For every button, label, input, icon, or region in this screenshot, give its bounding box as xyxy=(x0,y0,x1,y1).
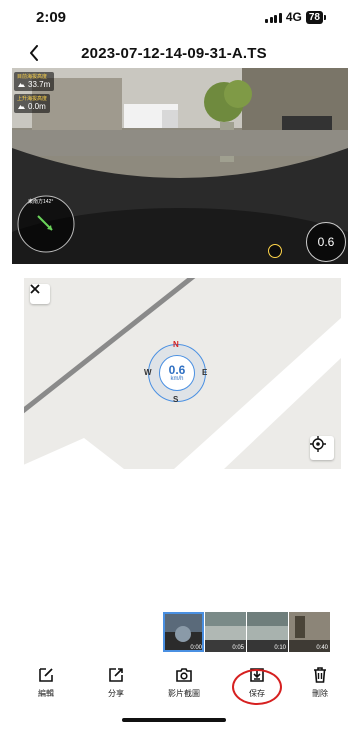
network-type: 4G xyxy=(285,10,302,24)
camera-icon xyxy=(176,668,192,682)
home-indicator xyxy=(122,718,226,722)
edit-button[interactable]: 編輯 xyxy=(21,666,71,699)
status-indicators: 4G 78 xyxy=(265,10,326,24)
save-button[interactable]: 保存 xyxy=(232,666,282,699)
delete-button[interactable]: 刪除 xyxy=(295,666,345,699)
compass-north: N xyxy=(173,340,179,349)
map-close-button[interactable] xyxy=(30,284,50,304)
heading-label: 東南方142° xyxy=(28,199,54,205)
thumbnail[interactable]: 0:10 xyxy=(247,612,288,652)
nav-bar: 2023-07-12-14-09-31-A.TS xyxy=(0,36,348,70)
compass-east: E xyxy=(202,368,208,377)
battery-level: 78 xyxy=(305,10,323,24)
page-title: 2023-07-12-14-09-31-A.TS xyxy=(81,45,267,62)
screenshot-button[interactable]: 影片截圖 xyxy=(159,666,209,699)
compass-south: S xyxy=(173,395,179,404)
thumbnail[interactable]: 0:00 xyxy=(163,612,204,652)
altitude-now-chip: 目前海拔高度 33.7m xyxy=(14,72,55,91)
status-bar: 2:09 4G 78 xyxy=(0,0,348,34)
speed-compass: N S E W 0.6 km/h xyxy=(144,340,208,404)
edit-icon xyxy=(39,668,53,682)
trash-icon xyxy=(314,667,326,683)
bottom-toolbar: 編輯 分享 影片截圖 保存 刪除 xyxy=(0,666,348,710)
download-icon xyxy=(250,668,264,682)
map-speed-unit: km/h xyxy=(170,375,184,382)
status-time: 2:09 xyxy=(36,9,67,26)
map-view[interactable]: N S E W 0.6 km/h xyxy=(24,278,341,469)
mini-gauge-icon xyxy=(268,244,282,258)
thumbnail[interactable]: 0:40 xyxy=(289,612,330,652)
altitude-gain-chip: 上升海拔高度 0.0m xyxy=(14,94,51,113)
thumbnail-strip[interactable]: 0:00 0:05 0:10 0:40 xyxy=(163,612,348,652)
locate-button[interactable] xyxy=(310,436,334,460)
mountain-icon xyxy=(18,83,25,87)
compass-west: W xyxy=(144,368,152,377)
video-player[interactable]: 目前海拔高度 33.7m 上升海拔高度 0.0m 東南方142° 0.6 xyxy=(12,68,348,264)
battery-icon: 78 xyxy=(305,10,326,24)
close-icon xyxy=(30,284,40,294)
share-button[interactable]: 分享 xyxy=(91,666,141,699)
thumbnail[interactable]: 0:05 xyxy=(205,612,246,652)
share-icon xyxy=(109,668,123,682)
speed-gauge: 0.6 xyxy=(306,222,346,262)
mountain-icon xyxy=(18,105,25,109)
compass-center: 0.6 km/h xyxy=(159,355,195,391)
crosshair-icon xyxy=(310,436,326,452)
signal-icon xyxy=(265,12,282,23)
map-speed: 0.6 xyxy=(168,362,186,377)
